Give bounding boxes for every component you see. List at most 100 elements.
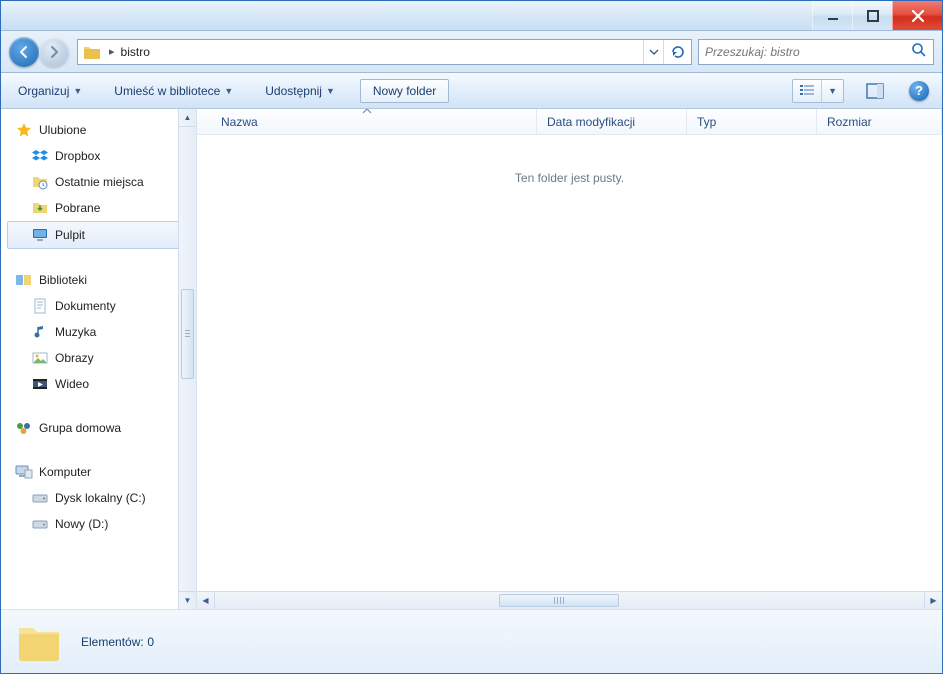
downloads-icon: [31, 199, 49, 217]
computer-group: Komputer Dysk lokalny (C:) Nowy (D:): [7, 459, 179, 537]
column-label: Rozmiar: [827, 115, 872, 129]
column-header-date[interactable]: Data modyfikacji: [537, 109, 687, 134]
status-text: Elementów: 0: [81, 634, 154, 649]
homegroup-group: Grupa domowa: [7, 415, 179, 441]
pictures-icon: [31, 349, 49, 367]
music-icon: [31, 323, 49, 341]
include-label: Umieść w bibliotece: [114, 84, 220, 98]
drive-icon: [31, 489, 49, 507]
homegroup-icon: [15, 419, 33, 437]
videos-icon: [31, 375, 49, 393]
view-dropdown-button[interactable]: ▼: [821, 80, 843, 102]
include-in-library-button[interactable]: Umieść w bibliotece ▼: [107, 79, 240, 103]
star-icon: [15, 121, 33, 139]
column-label: Data modyfikacji: [547, 115, 635, 129]
column-header-name[interactable]: Nazwa: [197, 109, 537, 134]
search-box[interactable]: [698, 39, 934, 65]
close-button[interactable]: [892, 1, 942, 30]
chevron-down-icon: ▼: [326, 86, 335, 96]
scroll-down-button[interactable]: ▼: [179, 591, 196, 609]
view-mode-button[interactable]: ▼: [792, 79, 844, 103]
sidebar-item-computer[interactable]: Komputer: [7, 459, 179, 485]
share-button[interactable]: Udostępnij ▼: [258, 79, 342, 103]
favorites-group: Ulubione Dropbox Ostatnie miejsca: [7, 117, 179, 249]
view-details-icon[interactable]: [793, 80, 821, 102]
search-input[interactable]: [705, 45, 911, 59]
empty-folder-message: Ten folder jest pusty.: [197, 171, 942, 185]
scroll-thumb[interactable]: [181, 289, 194, 379]
dropbox-icon: [31, 147, 49, 165]
sort-indicator-icon: [197, 109, 536, 114]
sidebar-item-desktop[interactable]: Pulpit: [7, 221, 179, 249]
scroll-track[interactable]: [215, 592, 924, 609]
address-bar[interactable]: ▸ bistro: [77, 39, 692, 65]
sidebar-item-label: Ulubione: [39, 123, 86, 137]
sidebar-item-drive-c[interactable]: Dysk lokalny (C:): [7, 485, 179, 511]
column-header-size[interactable]: Rozmiar: [817, 109, 942, 134]
organize-button[interactable]: Organizuj ▼: [11, 79, 89, 103]
address-dropdown-button[interactable]: [643, 40, 663, 64]
chevron-down-icon: ▼: [73, 86, 82, 96]
sidebar-item-label: Komputer: [39, 465, 91, 479]
forward-button[interactable]: [39, 37, 69, 67]
file-list-pane: Nazwa Data modyfikacji Typ Rozmiar Ten f…: [197, 109, 942, 609]
path-separator-icon: ▸: [109, 45, 115, 58]
scroll-thumb[interactable]: [499, 594, 619, 607]
sidebar-item-label: Ostatnie miejsca: [55, 175, 144, 189]
refresh-button[interactable]: [663, 40, 691, 64]
body-area: Ulubione Dropbox Ostatnie miejsca: [1, 109, 942, 609]
sidebar-item-music[interactable]: Muzyka: [7, 319, 179, 345]
nav-buttons: [9, 36, 71, 68]
explorer-window: ▸ bistro Organizuj ▼: [0, 0, 943, 674]
sidebar-item-libraries[interactable]: Biblioteki: [7, 267, 179, 293]
scroll-up-button[interactable]: ▲: [179, 109, 196, 127]
column-label: Nazwa: [221, 115, 258, 129]
back-button[interactable]: [9, 37, 39, 67]
path-segment[interactable]: bistro: [121, 45, 150, 59]
sidebar-item-dropbox[interactable]: Dropbox: [7, 143, 179, 169]
sidebar-item-label: Grupa domowa: [39, 421, 121, 435]
scroll-right-button[interactable]: ▶: [924, 592, 942, 609]
documents-icon: [31, 297, 49, 315]
sidebar-item-recent[interactable]: Ostatnie miejsca: [7, 169, 179, 195]
scroll-left-button[interactable]: ◀: [197, 592, 215, 609]
sidebar-item-pictures[interactable]: Obrazy: [7, 345, 179, 371]
search-icon[interactable]: [911, 42, 927, 61]
sidebar-item-homegroup[interactable]: Grupa domowa: [7, 415, 179, 441]
sidebar-item-videos[interactable]: Wideo: [7, 371, 179, 397]
computer-icon: [15, 463, 33, 481]
drive-icon: [31, 515, 49, 533]
status-bar: Elementów: 0: [1, 609, 942, 673]
sidebar-scrollbar[interactable]: ▲ ▼: [178, 109, 196, 609]
sidebar-item-label: Obrazy: [55, 351, 94, 365]
sidebar-item-label: Wideo: [55, 377, 89, 391]
chevron-down-icon: ▼: [224, 86, 233, 96]
sidebar-item-label: Muzyka: [55, 325, 96, 339]
column-label: Typ: [697, 115, 716, 129]
maximize-button[interactable]: [852, 1, 892, 30]
minimize-button[interactable]: [812, 1, 852, 30]
sidebar-item-label: Biblioteki: [39, 273, 87, 287]
navigation-bar: ▸ bistro: [1, 31, 942, 73]
sidebar-item-label: Pulpit: [55, 228, 85, 242]
column-header-type[interactable]: Typ: [687, 109, 817, 134]
sidebar-item-label: Dysk lokalny (C:): [55, 491, 146, 505]
horizontal-scrollbar[interactable]: ◀ ▶: [197, 591, 942, 609]
sidebar-item-documents[interactable]: Dokumenty: [7, 293, 179, 319]
sidebar-item-label: Nowy (D:): [55, 517, 108, 531]
recent-icon: [31, 173, 49, 191]
help-icon: ?: [909, 81, 929, 101]
command-bar: Organizuj ▼ Umieść w bibliotece ▼ Udostę…: [1, 73, 942, 109]
sidebar-item-downloads[interactable]: Pobrane: [7, 195, 179, 221]
desktop-icon: [31, 226, 49, 244]
column-headers: Nazwa Data modyfikacji Typ Rozmiar: [197, 109, 942, 135]
help-button[interactable]: ?: [906, 79, 932, 103]
sidebar-item-drive-d[interactable]: Nowy (D:): [7, 511, 179, 537]
preview-pane-button[interactable]: [862, 79, 888, 103]
items-count: 0: [147, 635, 154, 649]
sidebar-item-label: Dokumenty: [55, 299, 116, 313]
sidebar-item-favorites[interactable]: Ulubione: [7, 117, 179, 143]
sidebar-item-label: Pobrane: [55, 201, 100, 215]
items-label: Elementów:: [81, 635, 144, 649]
new-folder-button[interactable]: Nowy folder: [360, 79, 449, 103]
